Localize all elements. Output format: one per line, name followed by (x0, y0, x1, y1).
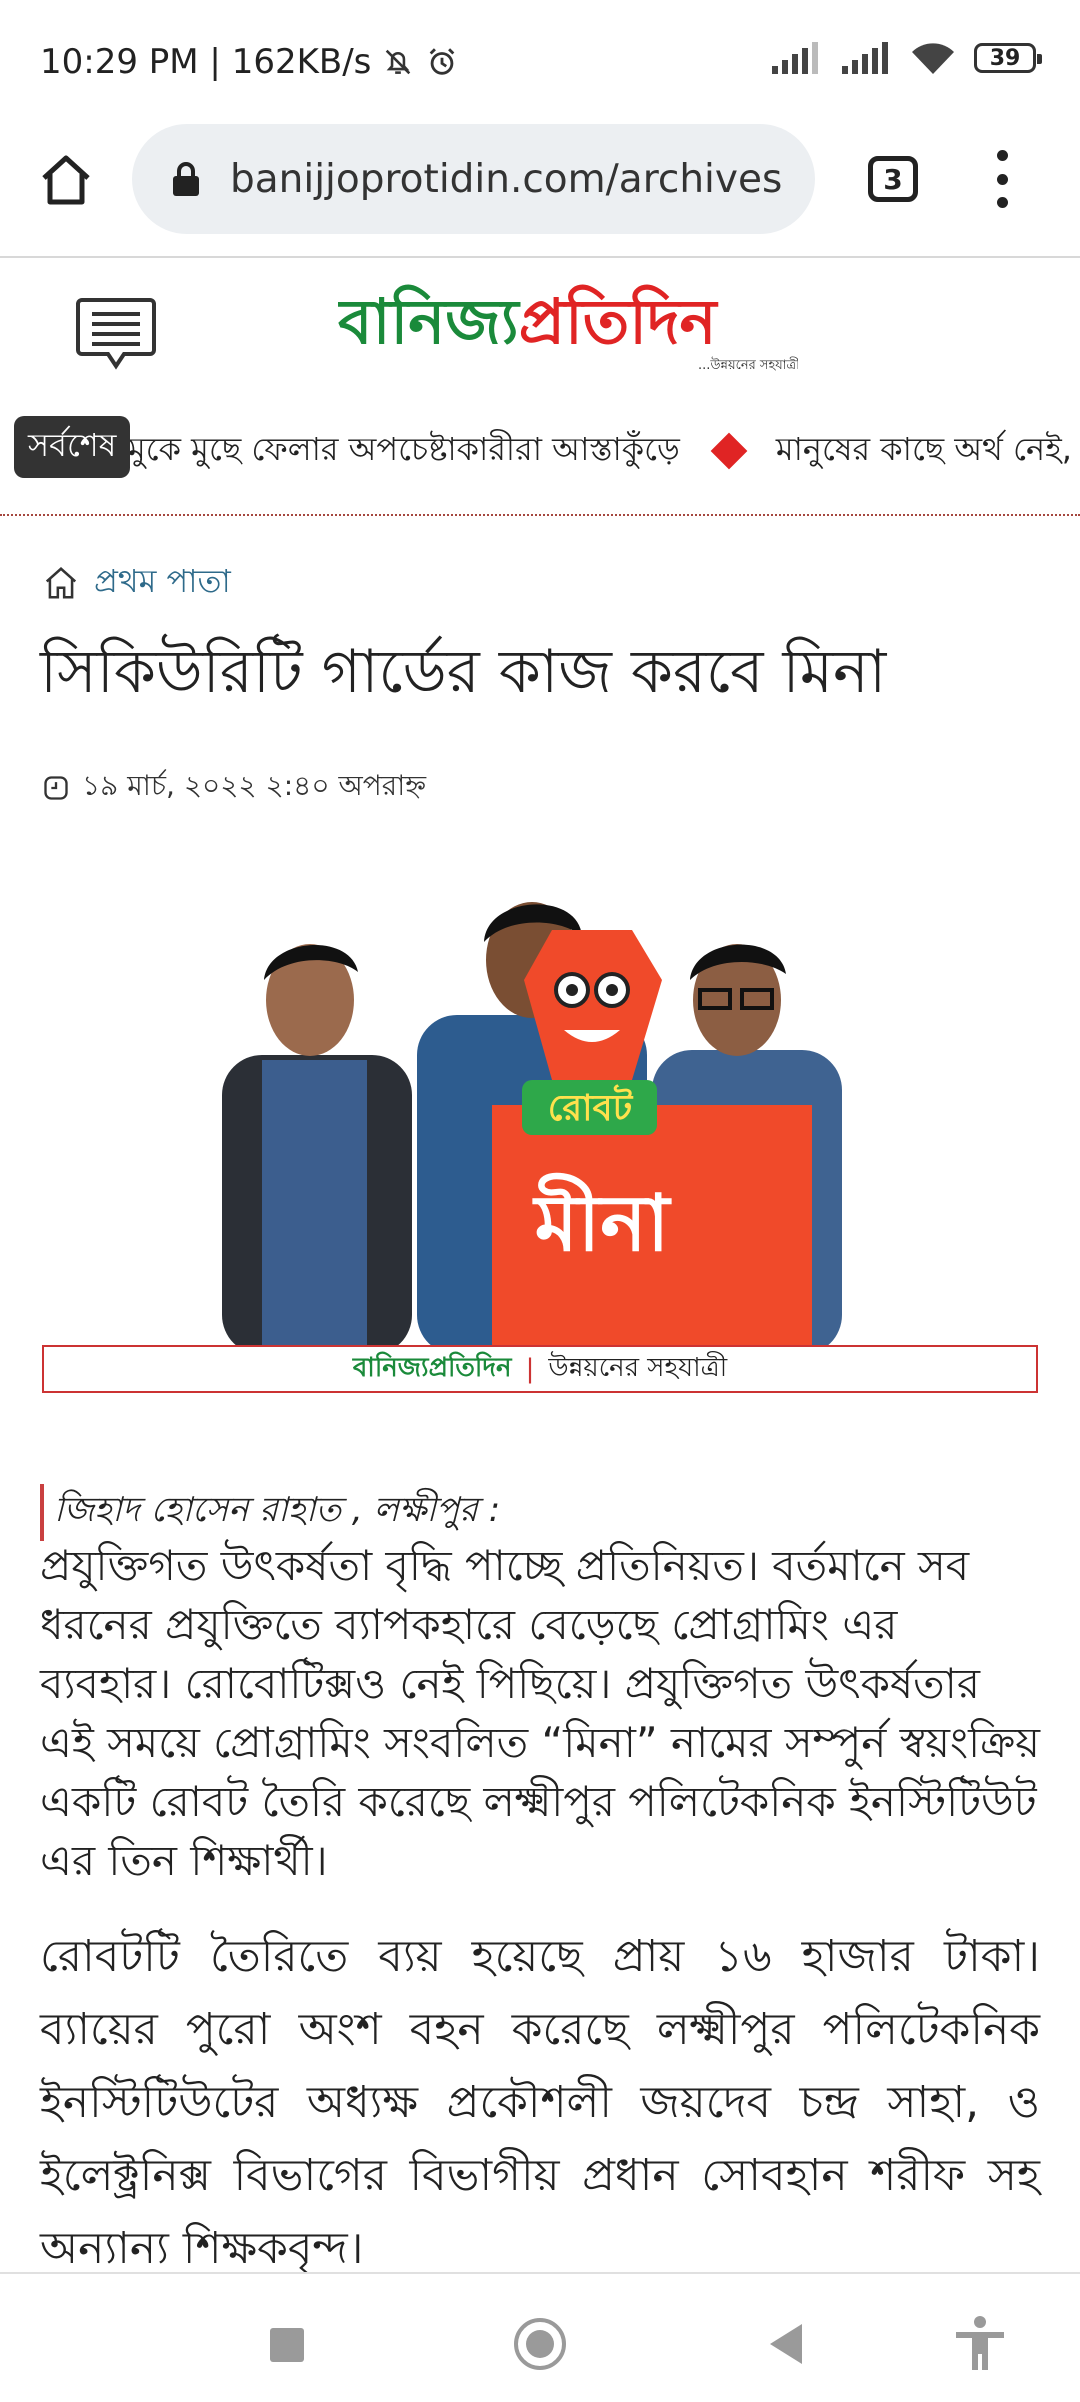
alarm-icon (430, 48, 455, 75)
ticker-track: মুকে মুছে ফেলার অপচেষ্টাকারীরা আস্তাকুঁড… (128, 424, 1072, 478)
site-menu-icon[interactable] (76, 296, 156, 372)
news-ticker[interactable]: মুকে মুছে ফেলার অপচেষ্টাকারীরা আস্তাকুঁড… (0, 410, 1080, 490)
article-image: রোবট মীনা (42, 850, 1040, 1400)
toolbar-divider (0, 256, 1080, 258)
battery-level: 39 (989, 45, 1021, 71)
breadcrumb-home-icon (45, 567, 77, 599)
accessibility-icon[interactable] (952, 2314, 1008, 2374)
logo-text: বানিজ্যপ্রতিদিন (338, 285, 719, 358)
status-right: 39 (770, 40, 1042, 76)
url-text[interactable]: banijjoprotidin.com/archives (230, 157, 782, 202)
tab-switcher-button[interactable]: 3 (868, 156, 918, 202)
ticker-item[interactable]: মানুষের কাছে অর্থ নেই, (776, 424, 1072, 478)
status-time-speed: 10:29 PM | 162KB/s (40, 42, 372, 82)
menu-dot (996, 197, 1008, 208)
article-paragraph-2: রোবটটি তৈরিতে ব্যয় হয়েছে প্রায় ১৬ হাজ… (40, 1931, 1040, 2274)
menu-dot (996, 150, 1008, 161)
mute-bell-icon (386, 49, 411, 75)
logo-tagline: ...উন্নয়নের সহযাত্রী (698, 357, 798, 373)
signal-icon (772, 42, 818, 74)
ticker-separator-icon (710, 432, 748, 470)
lock-icon (173, 162, 199, 196)
image-caption-bar: বানিজ্যপ্রতিদিন | উন্নয়নের সহযাত্রী (42, 1345, 1038, 1393)
site-logo[interactable]: বানিজ্যপ্রতিদিন ...উন্নয়নের সহযাত্রী (338, 283, 798, 373)
robot-name: মীনা (532, 1172, 672, 1269)
menu-dot (996, 173, 1008, 185)
article-date: ১৯ মার্চ, ২০২২ ২:৪০ অপরাহ্ন (82, 769, 427, 802)
address-bar[interactable]: banijjoprotidin.com/archives (132, 124, 815, 234)
status-bar: 10:29 PM | 162KB/s 39 (0, 0, 1080, 120)
wifi-icon (912, 43, 954, 74)
article-byline: জিহাদ হোসেন রাহাত , লক্ষীপুর : (40, 1484, 500, 1541)
clock-icon (44, 775, 68, 800)
caption-brand: বানিজ্যপ্রতিদিন (352, 1353, 512, 1383)
ticker-item[interactable]: মুকে মুছে ফেলার অপচেষ্টাকারীরা আস্তাকুঁড… (128, 424, 680, 478)
breadcrumb: প্রথম পাতা (42, 556, 231, 610)
recents-button[interactable] (270, 2328, 304, 2362)
caption-tagline: উন্নয়নের সহযাত্রী (548, 1353, 728, 1383)
signal-icon-2 (842, 42, 888, 74)
article-title: সিকিউরিটি গার্ডের কাজ করবে মিনা (40, 637, 887, 707)
browser-toolbar: banijjoprotidin.com/archives 3 (0, 120, 1080, 256)
back-button[interactable] (770, 2324, 802, 2364)
browser-menu-button[interactable] (990, 150, 1014, 208)
status-left: 10:29 PM | 162KB/s (40, 42, 459, 82)
ticker-divider (0, 514, 1080, 516)
home-icon[interactable] (36, 150, 96, 210)
system-nav-bar (0, 2272, 1080, 2402)
robot-label: রোবট (548, 1084, 634, 1129)
tab-count: 3 (883, 162, 903, 196)
battery-icon: 39 (974, 43, 1042, 73)
breadcrumb-link[interactable]: প্রথম পাতা (94, 556, 231, 610)
article-dateline: ১৯ মার্চ, ২০২২ ২:৪০ অপরাহ্ন (42, 764, 426, 811)
home-button[interactable] (514, 2318, 566, 2370)
caption-separator: | (525, 1354, 535, 1384)
ticker-badge: সর্বশেষ (14, 416, 131, 478)
article-paragraph-1: প্রযুক্তিগত উৎকর্ষতা বৃদ্ধি পাচ্ছে প্রতি… (40, 1541, 1040, 1885)
